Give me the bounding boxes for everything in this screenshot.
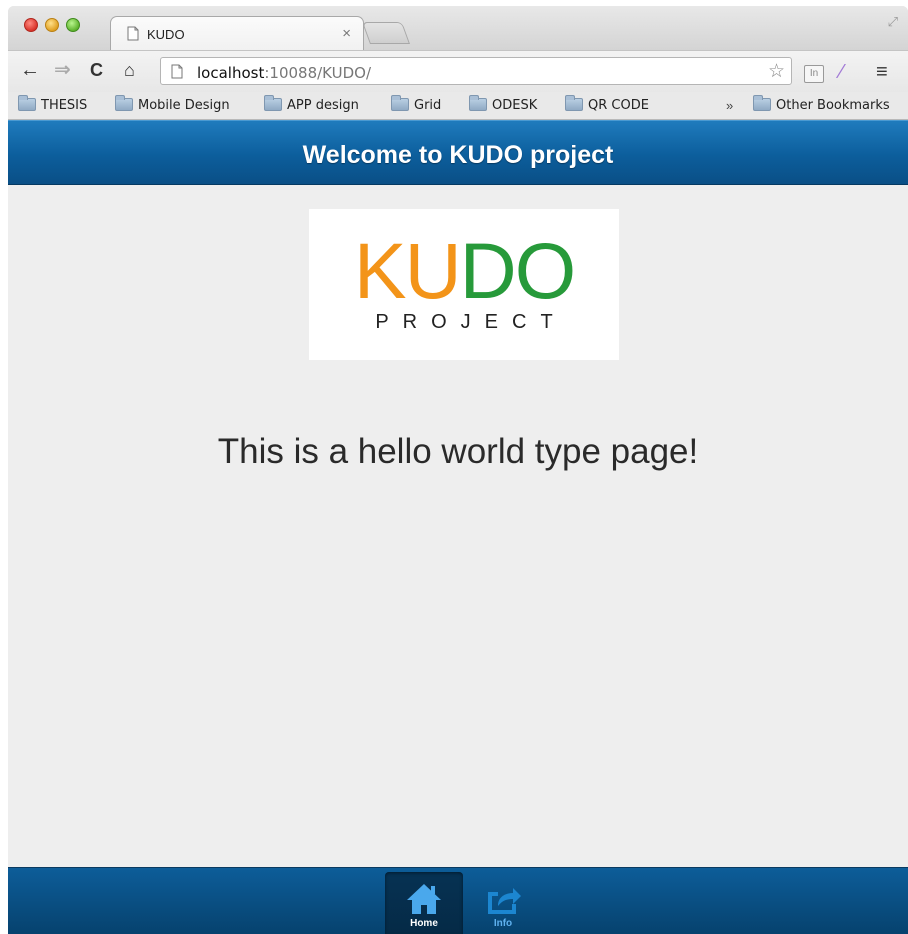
web-page: Welcome to KUDO project KUDO PROJECT Thi… — [8, 120, 908, 934]
page-header: Welcome to KUDO project — [8, 120, 908, 185]
share-icon — [488, 888, 521, 914]
page-title: Welcome to KUDO project — [302, 141, 614, 169]
url-path: :10088/KUDO/ — [264, 64, 371, 82]
forward-button[interactable]: ⇒ — [54, 59, 71, 81]
url-host: localhost — [197, 64, 265, 82]
bookmark-grid[interactable]: Grid — [391, 95, 441, 113]
footer-info-label: Info — [493, 918, 513, 929]
tab-kudo[interactable]: KUDO × — [110, 16, 364, 50]
document-icon — [127, 26, 139, 41]
footer-info-button[interactable]: Info — [464, 872, 542, 934]
folder-icon — [469, 95, 487, 111]
back-button[interactable]: ← — [20, 59, 40, 81]
bookmark-thesis[interactable]: THESIS — [18, 95, 87, 113]
folder-icon — [18, 95, 36, 111]
folder-icon — [391, 95, 409, 111]
tab-close-icon[interactable]: × — [342, 25, 351, 42]
bookmark-app-design[interactable]: APP design — [264, 95, 359, 113]
browser-toolbar: ← ⇒ C ⌂ localhost:10088/KUDO/ ☆ In ⁄ ≡ — [8, 50, 908, 92]
minimize-window-button[interactable] — [45, 18, 59, 32]
folder-icon — [115, 95, 133, 111]
menu-icon[interactable]: ≡ — [876, 61, 888, 84]
logo-wordmark: KUDO — [353, 226, 576, 315]
browser-window: KUDO × ⤢ ← ⇒ C ⌂ localhost:10088/KUDO/ ☆… — [8, 6, 908, 934]
kudo-logo: KUDO PROJECT — [309, 209, 619, 360]
reload-button[interactable]: C — [90, 59, 103, 81]
linkedin-extension-icon[interactable]: In — [804, 65, 824, 83]
new-tab-button[interactable] — [361, 22, 411, 44]
fullscreen-icon[interactable]: ⤢ — [888, 14, 898, 30]
url-text: localhost:10088/KUDO/ — [197, 64, 371, 82]
folder-icon — [753, 95, 771, 111]
logo-subtitle: PROJECT — [375, 311, 567, 333]
page-icon — [171, 64, 183, 79]
folder-icon — [565, 95, 583, 111]
footer-home-label: Home — [410, 918, 438, 929]
more-bookmarks-chevron[interactable]: » — [726, 98, 733, 113]
bookmarks-bar: THESIS Mobile Design APP design Grid ODE… — [8, 92, 908, 120]
bookmark-mobile-design[interactable]: Mobile Design — [115, 95, 230, 113]
bookmark-star-icon[interactable]: ☆ — [768, 60, 785, 83]
tab-title: KUDO — [147, 27, 185, 42]
bookmark-other[interactable]: Other Bookmarks — [753, 95, 890, 113]
home-icon — [407, 884, 441, 914]
hello-message: This is a hello world type page! — [217, 432, 699, 471]
address-bar[interactable]: localhost:10088/KUDO/ ☆ — [160, 57, 792, 85]
home-button[interactable]: ⌂ — [124, 59, 135, 81]
close-window-button[interactable] — [24, 18, 38, 32]
footer-navbar: Home Info — [8, 867, 908, 934]
bookmark-odesk[interactable]: ODESK — [469, 95, 537, 113]
tab-strip: KUDO × ⤢ — [8, 6, 908, 50]
footer-home-button[interactable]: Home — [385, 872, 463, 934]
folder-icon — [264, 95, 282, 111]
maximize-window-button[interactable] — [66, 18, 80, 32]
feather-extension-icon[interactable]: ⁄ — [840, 61, 843, 84]
bookmark-qr-code[interactable]: QR CODE — [565, 95, 649, 113]
